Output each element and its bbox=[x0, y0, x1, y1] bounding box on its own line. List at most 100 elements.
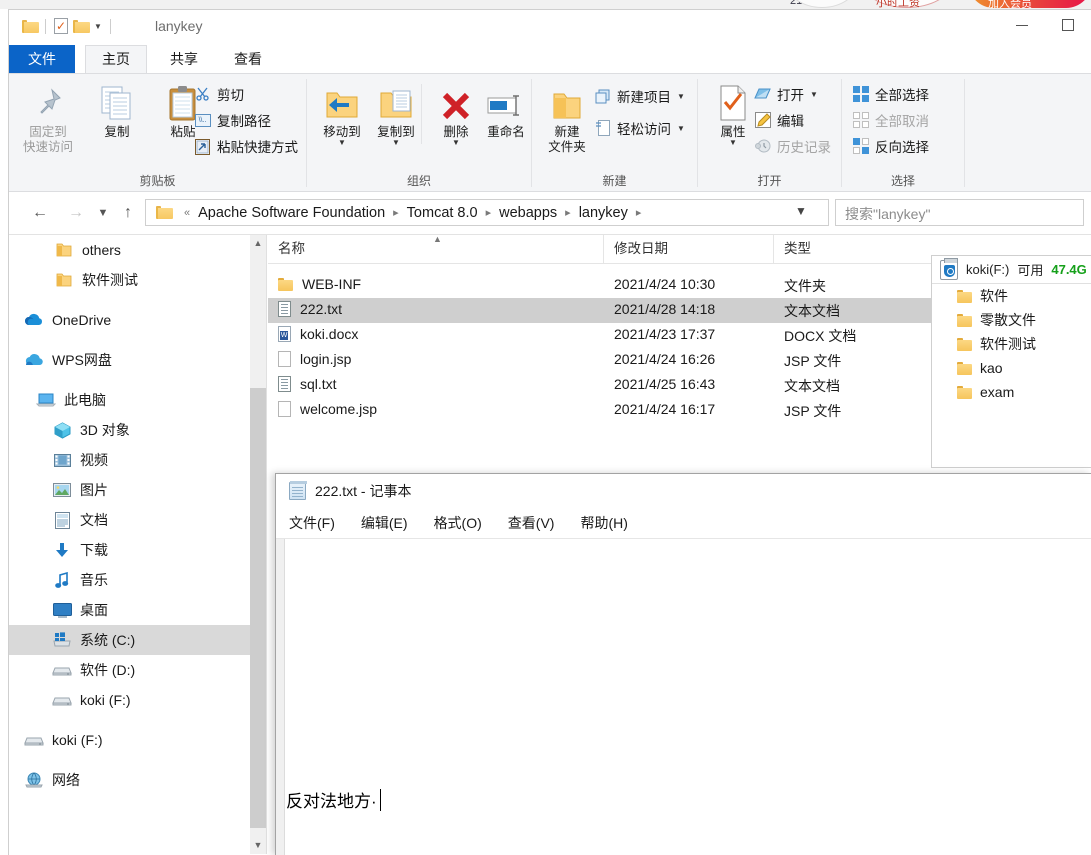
history-button[interactable]: 历史记录 bbox=[754, 136, 831, 156]
breadcrumb-item-3[interactable]: lanykey bbox=[577, 205, 630, 221]
sidebar-item-system-c[interactable]: 系统 (C:) bbox=[9, 625, 266, 655]
column-header-date[interactable]: 修改日期 bbox=[604, 235, 774, 263]
select-all-button[interactable]: 全部选择 bbox=[852, 84, 929, 104]
recent-locations-button[interactable]: ▼ bbox=[92, 202, 114, 224]
maximize-button[interactable] bbox=[1045, 10, 1091, 40]
sidebar-item-network[interactable]: 网络 bbox=[9, 765, 266, 795]
sidebar-item-desktop[interactable]: 桌面 bbox=[9, 595, 266, 625]
breadcrumb-overflow[interactable]: « bbox=[178, 207, 196, 219]
tab-share[interactable]: 共享 bbox=[155, 45, 213, 73]
sidebar-item-videos[interactable]: 视频 bbox=[9, 445, 266, 475]
sidebar-item-others[interactable]: others bbox=[9, 235, 266, 265]
move-to-button[interactable]: 移动到 ▼ bbox=[311, 80, 373, 147]
breadcrumb-item-1[interactable]: Tomcat 8.0 bbox=[405, 205, 480, 221]
breadcrumb-item-2[interactable]: webapps bbox=[497, 205, 559, 221]
copy-button[interactable]: 复制 bbox=[86, 80, 148, 140]
forward-button[interactable]: → bbox=[65, 202, 87, 224]
tab-home[interactable]: 主页 bbox=[85, 45, 147, 73]
sidebar-item-label: 软件测试 bbox=[82, 272, 138, 288]
folder-icon[interactable] bbox=[22, 19, 39, 33]
search-box[interactable]: 搜索"lanykey" bbox=[835, 199, 1084, 226]
menu-view[interactable]: 查看(V) bbox=[508, 513, 555, 533]
chevron-down-icon[interactable]: ▼ bbox=[677, 92, 685, 101]
tab-view[interactable]: 查看 bbox=[219, 45, 277, 73]
sidebar-item-software-test-qa[interactable]: 软件测试 bbox=[9, 265, 266, 295]
chevron-right-icon[interactable]: ▸ bbox=[480, 206, 498, 219]
file-name-cell[interactable]: login.jsp bbox=[278, 351, 351, 367]
invert-selection-button[interactable]: 反向选择 bbox=[852, 136, 929, 156]
sidebar-item-koki-f[interactable]: koki (F:) bbox=[9, 725, 266, 755]
menu-format[interactable]: 格式(O) bbox=[434, 513, 482, 533]
menu-help[interactable]: 帮助(H) bbox=[580, 513, 627, 533]
sidebar-item-documents[interactable]: 文档 bbox=[9, 505, 266, 535]
sidebar-item-software-d[interactable]: 软件 (D:) bbox=[9, 655, 266, 685]
notepad-title: 222.txt - 记事本 bbox=[315, 483, 412, 499]
divider bbox=[109, 18, 111, 34]
nav-scrollbar[interactable]: ▲ ▼ bbox=[250, 235, 266, 854]
usb-folder-label: exam bbox=[980, 384, 1015, 400]
file-name-cell[interactable]: welcome.jsp bbox=[278, 401, 377, 417]
new-folder-button[interactable]: 新建 文件夹 bbox=[536, 80, 598, 155]
open-button[interactable]: 打开 ▼ bbox=[754, 84, 818, 104]
list-item[interactable]: kao bbox=[932, 356, 1091, 380]
new-item-button[interactable]: 新建项目 ▼ bbox=[594, 86, 685, 106]
chevron-down-icon[interactable]: ▼ bbox=[365, 139, 427, 147]
edit-pencil-icon bbox=[754, 112, 771, 129]
copy-to-icon bbox=[365, 80, 427, 122]
wps-cloud-icon bbox=[23, 350, 45, 370]
sidebar-item-pictures[interactable]: 图片 bbox=[9, 475, 266, 505]
up-button[interactable]: ↑ bbox=[117, 202, 139, 224]
copy-path-button[interactable]: \\.. 复制路径 bbox=[194, 110, 271, 130]
pin-to-quick-access-button[interactable]: 固定到 快速访问 bbox=[17, 80, 79, 155]
file-name-cell[interactable]: 222.txt bbox=[278, 301, 342, 317]
new-folder-icon[interactable] bbox=[73, 19, 90, 33]
sidebar-item-label: koki (F:) bbox=[80, 692, 131, 708]
ribbon: 固定到 快速访问 复制 粘贴 剪切 \\.. 复制路径 粘贴快捷方式 剪贴板 移… bbox=[9, 73, 1091, 192]
chevron-down-icon[interactable]: ▼ bbox=[425, 139, 487, 147]
rename-button[interactable]: 重命名 bbox=[475, 80, 537, 140]
sidebar-item-3d-objects[interactable]: 3D 对象 bbox=[9, 415, 266, 445]
list-item[interactable]: exam bbox=[932, 380, 1091, 404]
sidebar-item-downloads[interactable]: 下载 bbox=[9, 535, 266, 565]
sidebar-item-music[interactable]: 音乐 bbox=[9, 565, 266, 595]
minimize-button[interactable] bbox=[999, 10, 1045, 40]
breadcrumb-item-0[interactable]: Apache Software Foundation bbox=[196, 205, 387, 221]
sidebar-item-koki-f-nested[interactable]: koki (F:) bbox=[9, 685, 266, 715]
chevron-right-icon[interactable]: ▸ bbox=[387, 206, 405, 219]
paste-shortcut-button[interactable]: 粘贴快捷方式 bbox=[194, 136, 298, 156]
cut-button[interactable]: 剪切 bbox=[194, 84, 244, 104]
properties-checklist-icon[interactable]: ✓ bbox=[54, 18, 68, 34]
edit-button[interactable]: 编辑 bbox=[754, 110, 804, 130]
chevron-down-icon[interactable]: ▼ bbox=[677, 124, 685, 133]
column-header-type[interactable]: 类型 bbox=[774, 235, 934, 263]
file-name-cell[interactable]: WEB-INF bbox=[278, 276, 361, 292]
file-name-cell[interactable]: Wkoki.docx bbox=[278, 326, 358, 342]
select-none-button[interactable]: 全部取消 bbox=[852, 110, 929, 130]
menu-edit[interactable]: 编辑(E) bbox=[361, 513, 408, 533]
chevron-down-icon[interactable]: ▼ bbox=[311, 139, 373, 147]
list-item[interactable]: 软件测试 bbox=[932, 332, 1091, 356]
list-item[interactable]: 软件 bbox=[932, 284, 1091, 308]
chevron-down-icon[interactable]: ▼ bbox=[94, 22, 102, 31]
chevron-down-icon[interactable]: ▼ bbox=[810, 90, 818, 99]
chevron-down-icon[interactable]: ▼ bbox=[250, 837, 266, 854]
new-folder-label-1: 新建 bbox=[554, 125, 580, 139]
chevron-up-icon[interactable]: ▲ bbox=[250, 235, 266, 252]
file-name-cell[interactable]: sql.txt bbox=[278, 376, 337, 392]
list-item[interactable]: 零散文件 bbox=[932, 308, 1091, 332]
sidebar-item-onedrive[interactable]: OneDrive bbox=[9, 305, 266, 335]
menu-file[interactable]: 文件(F) bbox=[289, 513, 335, 533]
tab-file[interactable]: 文件 bbox=[9, 45, 75, 73]
back-button[interactable]: ← bbox=[29, 202, 51, 224]
chevron-right-icon[interactable]: ▸ bbox=[559, 206, 577, 219]
sidebar-item-wps-cloud[interactable]: WPS网盘 bbox=[9, 345, 266, 375]
chevron-right-icon[interactable]: ▸ bbox=[630, 206, 648, 219]
address-bar[interactable]: « Apache Software Foundation ▸ Tomcat 8.… bbox=[145, 199, 829, 226]
notepad-text-area[interactable]: 反对法地方· bbox=[276, 538, 1091, 855]
sidebar-item-this-pc[interactable]: 此电脑 bbox=[9, 385, 266, 415]
nav-scrollbar-thumb[interactable] bbox=[250, 388, 266, 828]
search-input[interactable]: 搜索"lanykey" bbox=[845, 204, 930, 224]
copy-to-button[interactable]: 复制到 ▼ bbox=[365, 80, 427, 147]
file-name: 222.txt bbox=[300, 301, 343, 317]
easy-access-button[interactable]: 轻松访问 ▼ bbox=[594, 118, 685, 138]
